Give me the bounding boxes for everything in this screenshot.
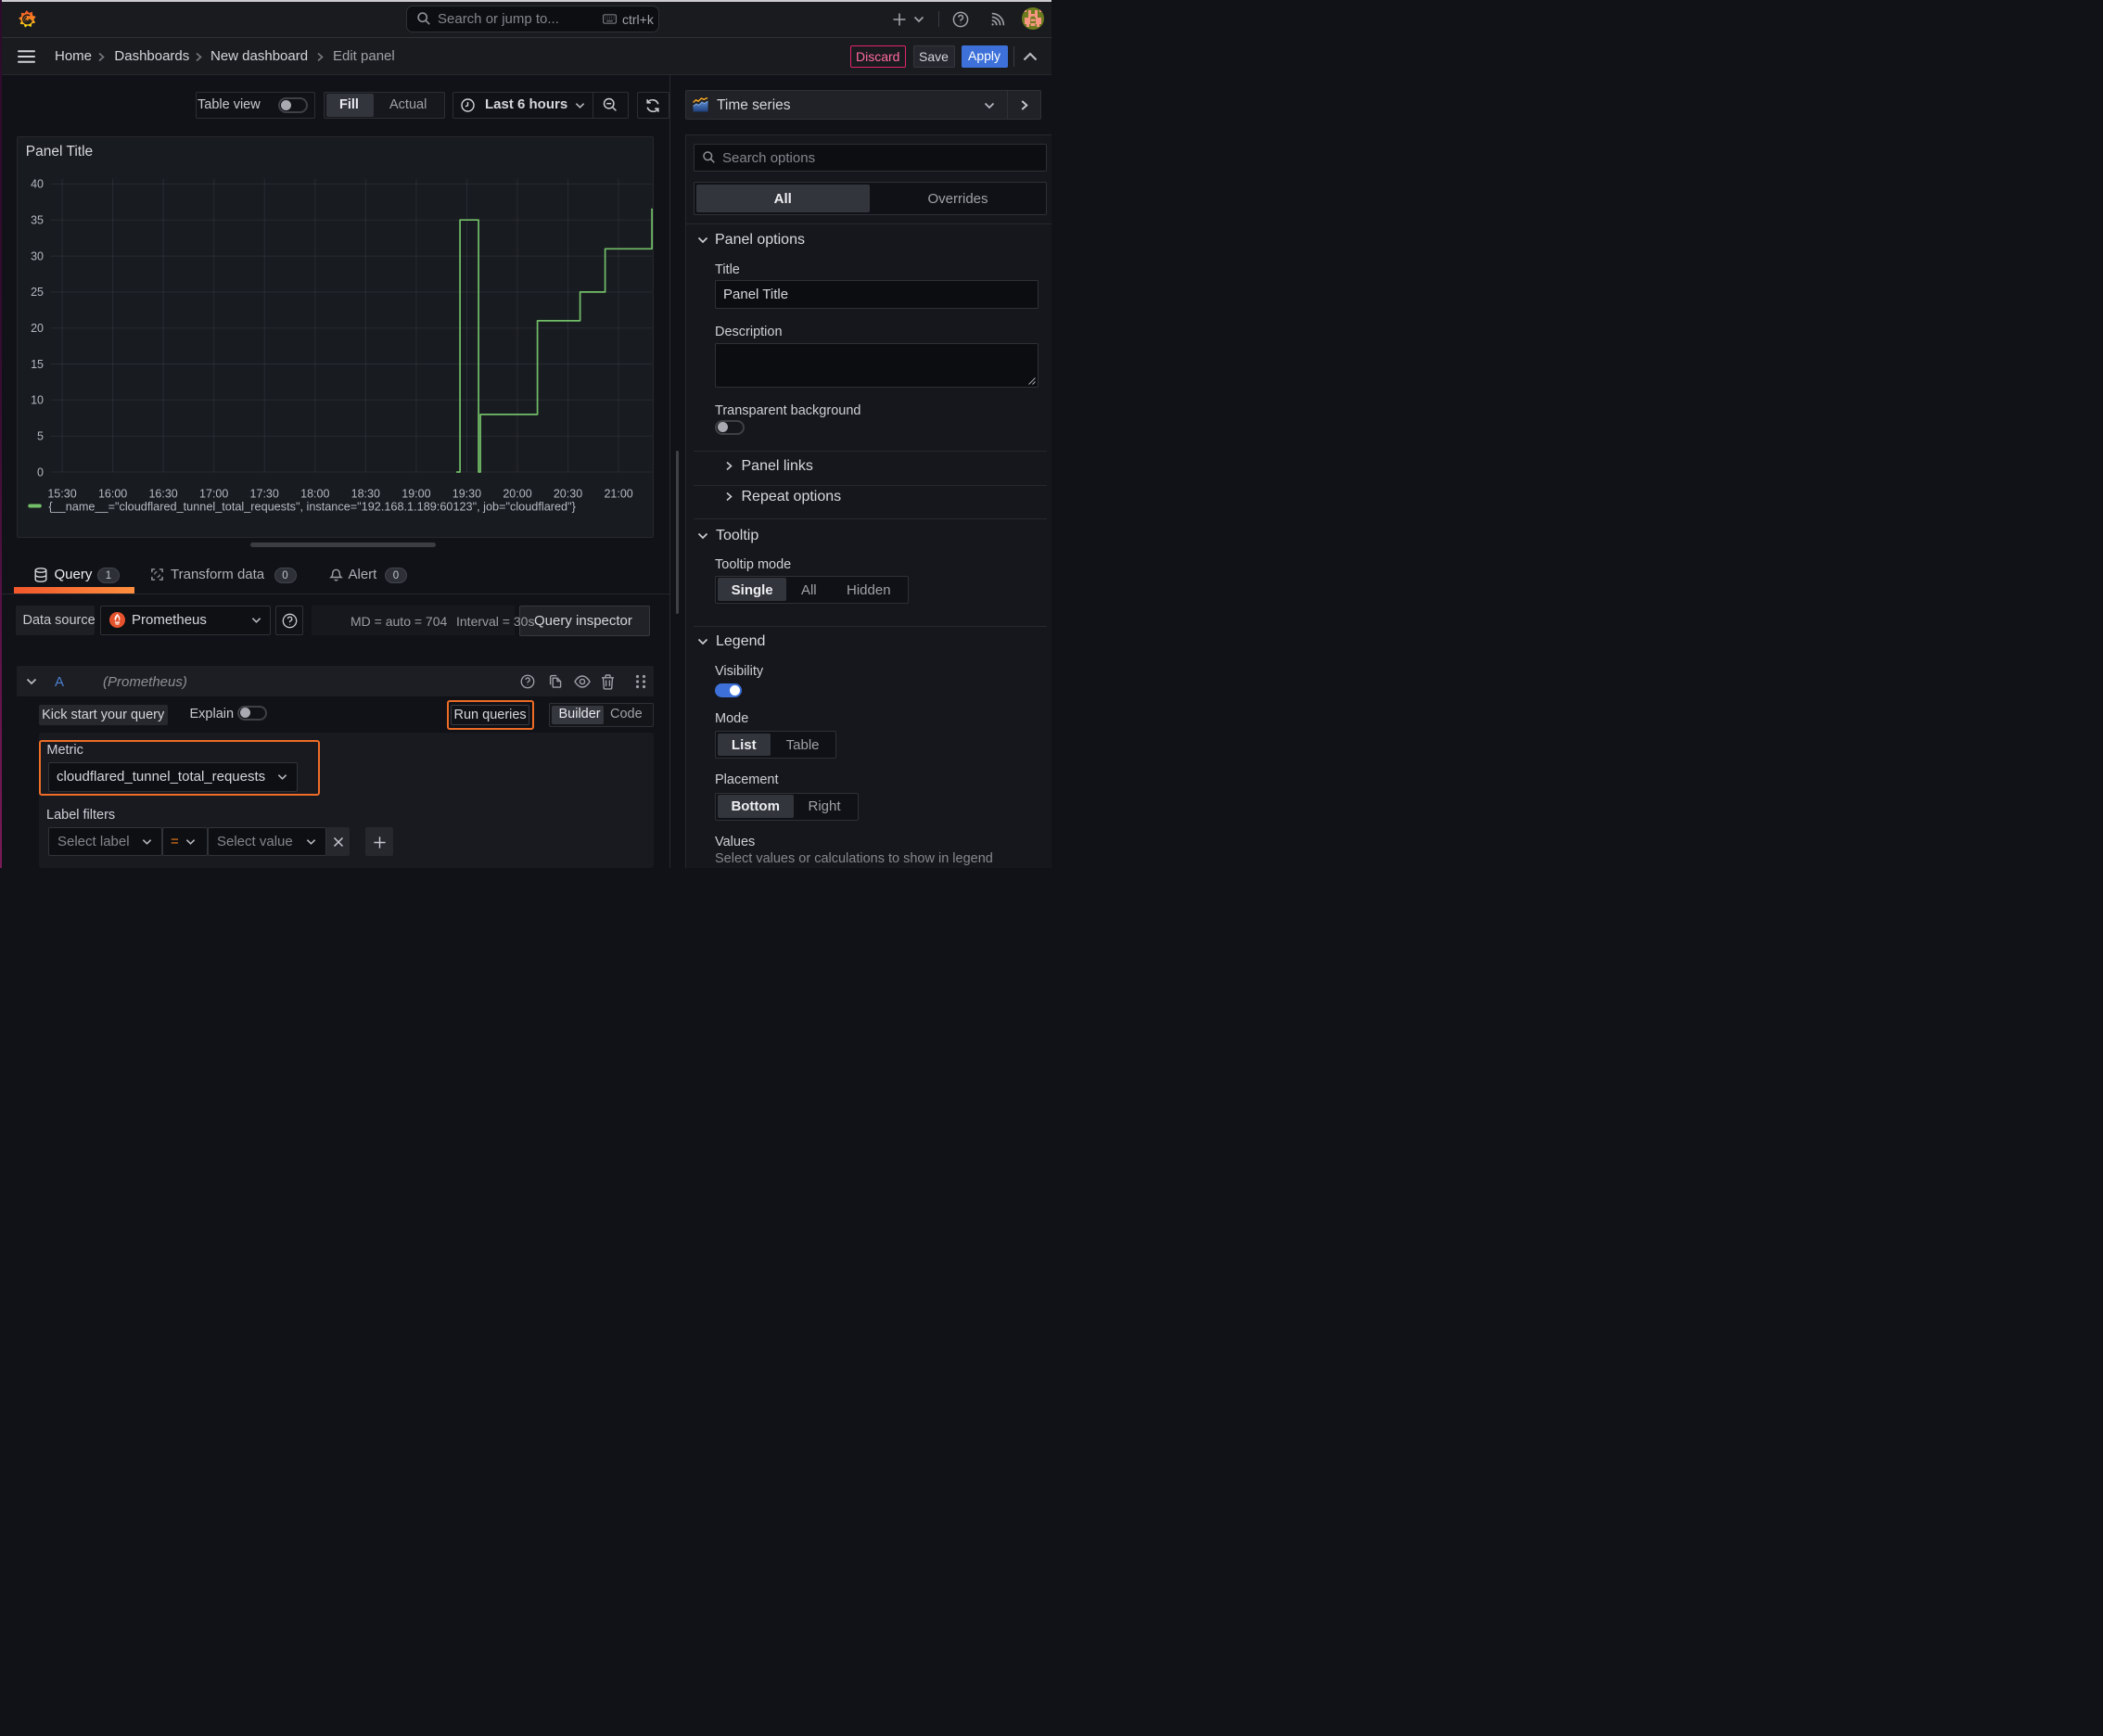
svg-text:{__name__="cloudflared_tunnel_: {__name__="cloudflared_tunnel_total_requ… bbox=[49, 501, 577, 514]
svg-text:0: 0 bbox=[37, 466, 44, 479]
svg-text:25: 25 bbox=[31, 286, 44, 299]
svg-text:40: 40 bbox=[31, 178, 44, 191]
svg-text:15:30: 15:30 bbox=[48, 488, 77, 501]
svg-text:17:30: 17:30 bbox=[250, 488, 279, 501]
svg-text:20: 20 bbox=[31, 322, 44, 335]
svg-text:16:00: 16:00 bbox=[98, 488, 127, 501]
svg-text:21:00: 21:00 bbox=[605, 488, 633, 501]
svg-text:18:00: 18:00 bbox=[301, 488, 330, 501]
svg-text:17:00: 17:00 bbox=[199, 488, 228, 501]
svg-text:35: 35 bbox=[31, 214, 44, 227]
svg-text:15: 15 bbox=[31, 358, 44, 371]
svg-text:19:00: 19:00 bbox=[402, 488, 431, 501]
svg-text:5: 5 bbox=[37, 430, 44, 443]
svg-text:30: 30 bbox=[31, 249, 44, 262]
svg-text:20:30: 20:30 bbox=[554, 488, 582, 501]
svg-text:19:30: 19:30 bbox=[452, 488, 481, 501]
svg-text:10: 10 bbox=[31, 394, 44, 407]
svg-text:16:30: 16:30 bbox=[149, 488, 178, 501]
svg-text:20:00: 20:00 bbox=[503, 488, 532, 501]
svg-text:18:30: 18:30 bbox=[351, 488, 380, 501]
